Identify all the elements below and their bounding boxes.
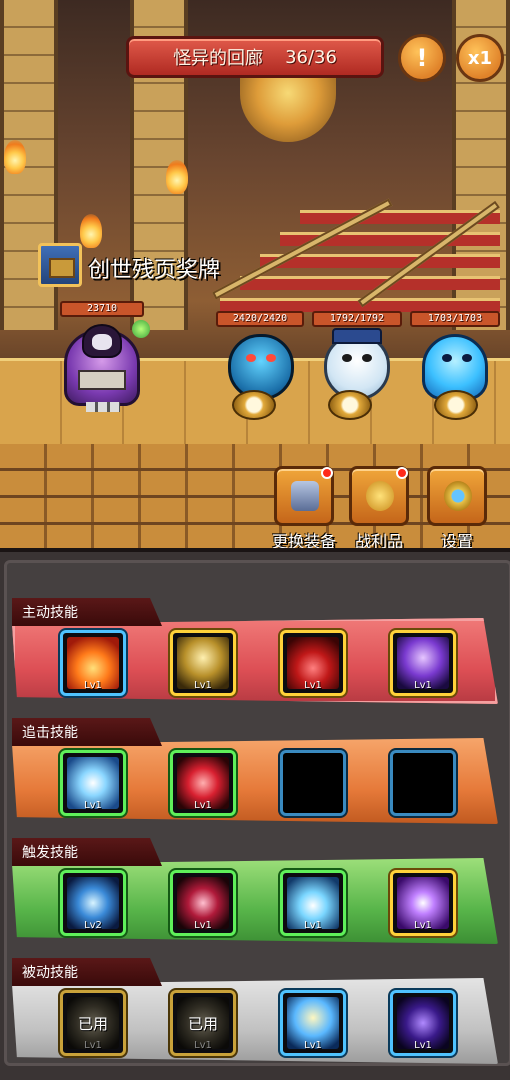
skill-slot[interactable]: Lv1 xyxy=(390,870,456,936)
pocket-watch-icon xyxy=(434,390,478,420)
skill-level: Lv1 xyxy=(414,680,432,691)
green-orb-icon xyxy=(132,320,150,338)
skill-slot[interactable]: Lv1 xyxy=(170,750,236,816)
gear-icon xyxy=(444,481,472,511)
pocket-watch-icon xyxy=(232,390,276,420)
skill-slot[interactable]: Lv1 xyxy=(280,630,346,696)
settings-button[interactable]: 设置 xyxy=(424,466,490,548)
speed-button[interactable]: x1 xyxy=(456,34,504,82)
stage-progress: 36/36 xyxy=(285,46,337,68)
speed-label: x1 xyxy=(467,47,493,69)
pocket-watch-icon xyxy=(328,390,372,420)
torch-icon xyxy=(166,160,188,194)
skill-level: Lv1 xyxy=(84,800,102,811)
skill-slot[interactable]: Lv1 xyxy=(390,630,456,696)
monster-ghost-officer[interactable] xyxy=(314,328,400,422)
skill-used-status: 已用 xyxy=(77,1015,108,1033)
monster-eye xyxy=(266,354,276,362)
monster-hp-bar: 1703/1703 xyxy=(410,311,500,327)
skill-slot[interactable]: Lv1 xyxy=(60,750,126,816)
skill-level: Lv1 xyxy=(414,920,432,931)
stage-name: 怪异的回廊 xyxy=(173,48,264,69)
loot-frame xyxy=(349,466,409,526)
notification-dot xyxy=(396,467,408,479)
skill-slot[interactable]: Lv1 xyxy=(280,990,346,1056)
loot-button[interactable]: 战利品 xyxy=(346,466,412,548)
skill-slot[interactable]: Lv1 xyxy=(170,870,236,936)
chandelier-icon xyxy=(240,72,336,142)
skill-slot[interactable]: Lv1 xyxy=(60,630,126,696)
chase-skills-title: 追击技能 xyxy=(12,718,162,746)
loot-label: 战利品 xyxy=(354,532,403,548)
torch-icon xyxy=(4,140,26,174)
trigger-skills-title: 触发技能 xyxy=(12,838,162,866)
skill-level: Lv1 xyxy=(84,680,102,691)
monster-eye xyxy=(462,354,472,362)
skill-slot[interactable]: 已用 Lv1 xyxy=(60,990,126,1056)
monster-hp-bar: 1792/1792 xyxy=(312,311,402,327)
skill-slot[interactable]: Lv1 xyxy=(170,630,236,696)
skill-level: Lv1 xyxy=(304,1040,322,1051)
exclamation-icon: ! xyxy=(416,44,428,72)
skill-level: Lv1 xyxy=(84,1040,102,1051)
skill-level: Lv1 xyxy=(304,680,322,691)
change-equipment-button[interactable]: 更换装备 xyxy=(264,466,344,548)
settings-label: 设置 xyxy=(440,532,473,548)
empty-skill-slot[interactable] xyxy=(390,750,456,816)
trigger-skills-section: 触发技能 Lv2 Lv1 Lv1 Lv1 xyxy=(8,812,502,944)
spellbook-icon xyxy=(78,370,126,390)
empty-skill-slot[interactable] xyxy=(280,750,346,816)
skill-level: Lv1 xyxy=(194,1040,212,1051)
staircase-step xyxy=(240,276,500,290)
battle-scene: 怪异的回廊 36/36 ! x1 创世残页奖牌 23710 2420/2420 … xyxy=(0,0,510,548)
skill-panel: 主动技能 Lv1 Lv1 Lv1 Lv1 追击技能 Lv1 Lv1 触发技能 L… xyxy=(0,548,510,1080)
monster-eye xyxy=(362,354,372,362)
passive-skills-title: 被动技能 xyxy=(12,958,162,986)
skill-level: Lv1 xyxy=(304,920,322,931)
monster-blue-wraith[interactable] xyxy=(218,328,304,422)
skill-level: Lv1 xyxy=(194,800,212,811)
hero-sprite[interactable] xyxy=(52,318,152,412)
hero-buff-icons xyxy=(86,402,120,412)
relic-name: 创世残页奖牌 xyxy=(88,258,221,283)
equipment-frame xyxy=(274,466,334,526)
torch-icon xyxy=(80,214,102,248)
gold-coins-icon xyxy=(366,481,394,511)
skill-used-status: 已用 xyxy=(187,1015,218,1033)
monster-eye xyxy=(442,354,452,362)
skill-level: Lv1 xyxy=(414,1040,432,1051)
skill-slot[interactable]: 已用 Lv1 xyxy=(170,990,236,1056)
active-skills-section: 主动技能 Lv1 Lv1 Lv1 Lv1 xyxy=(8,572,502,704)
monster-eye xyxy=(342,354,352,362)
settings-frame xyxy=(427,466,487,526)
relic-chest-icon[interactable] xyxy=(38,243,82,287)
alert-button[interactable]: ! xyxy=(398,34,446,82)
skill-level: Lv2 xyxy=(84,920,102,931)
hero-face xyxy=(92,334,112,350)
monster-blue-ghost[interactable] xyxy=(412,328,498,422)
armor-icon xyxy=(291,481,319,511)
skill-slot[interactable]: Lv1 xyxy=(390,990,456,1056)
notification-dot xyxy=(321,467,333,479)
monster-eye xyxy=(246,354,256,362)
stage-title-banner: 怪异的回廊 36/36 xyxy=(126,36,384,78)
skill-slot[interactable]: Lv2 xyxy=(60,870,126,936)
hero-hp-bar: 23710 xyxy=(60,301,144,317)
active-skills-title: 主动技能 xyxy=(12,598,162,626)
skill-slot[interactable]: Lv1 xyxy=(280,870,346,936)
change-equipment-label: 更换装备 xyxy=(271,532,336,548)
skill-level: Lv1 xyxy=(194,680,212,691)
police-cap-icon xyxy=(332,328,382,344)
monster-hp-bar: 2420/2420 xyxy=(216,311,304,327)
skill-level: Lv1 xyxy=(194,920,212,931)
passive-skills-section: 被动技能 已用 Lv1 已用 Lv1 Lv1 Lv1 xyxy=(8,932,502,1064)
chase-skills-section: 追击技能 Lv1 Lv1 xyxy=(8,692,502,824)
